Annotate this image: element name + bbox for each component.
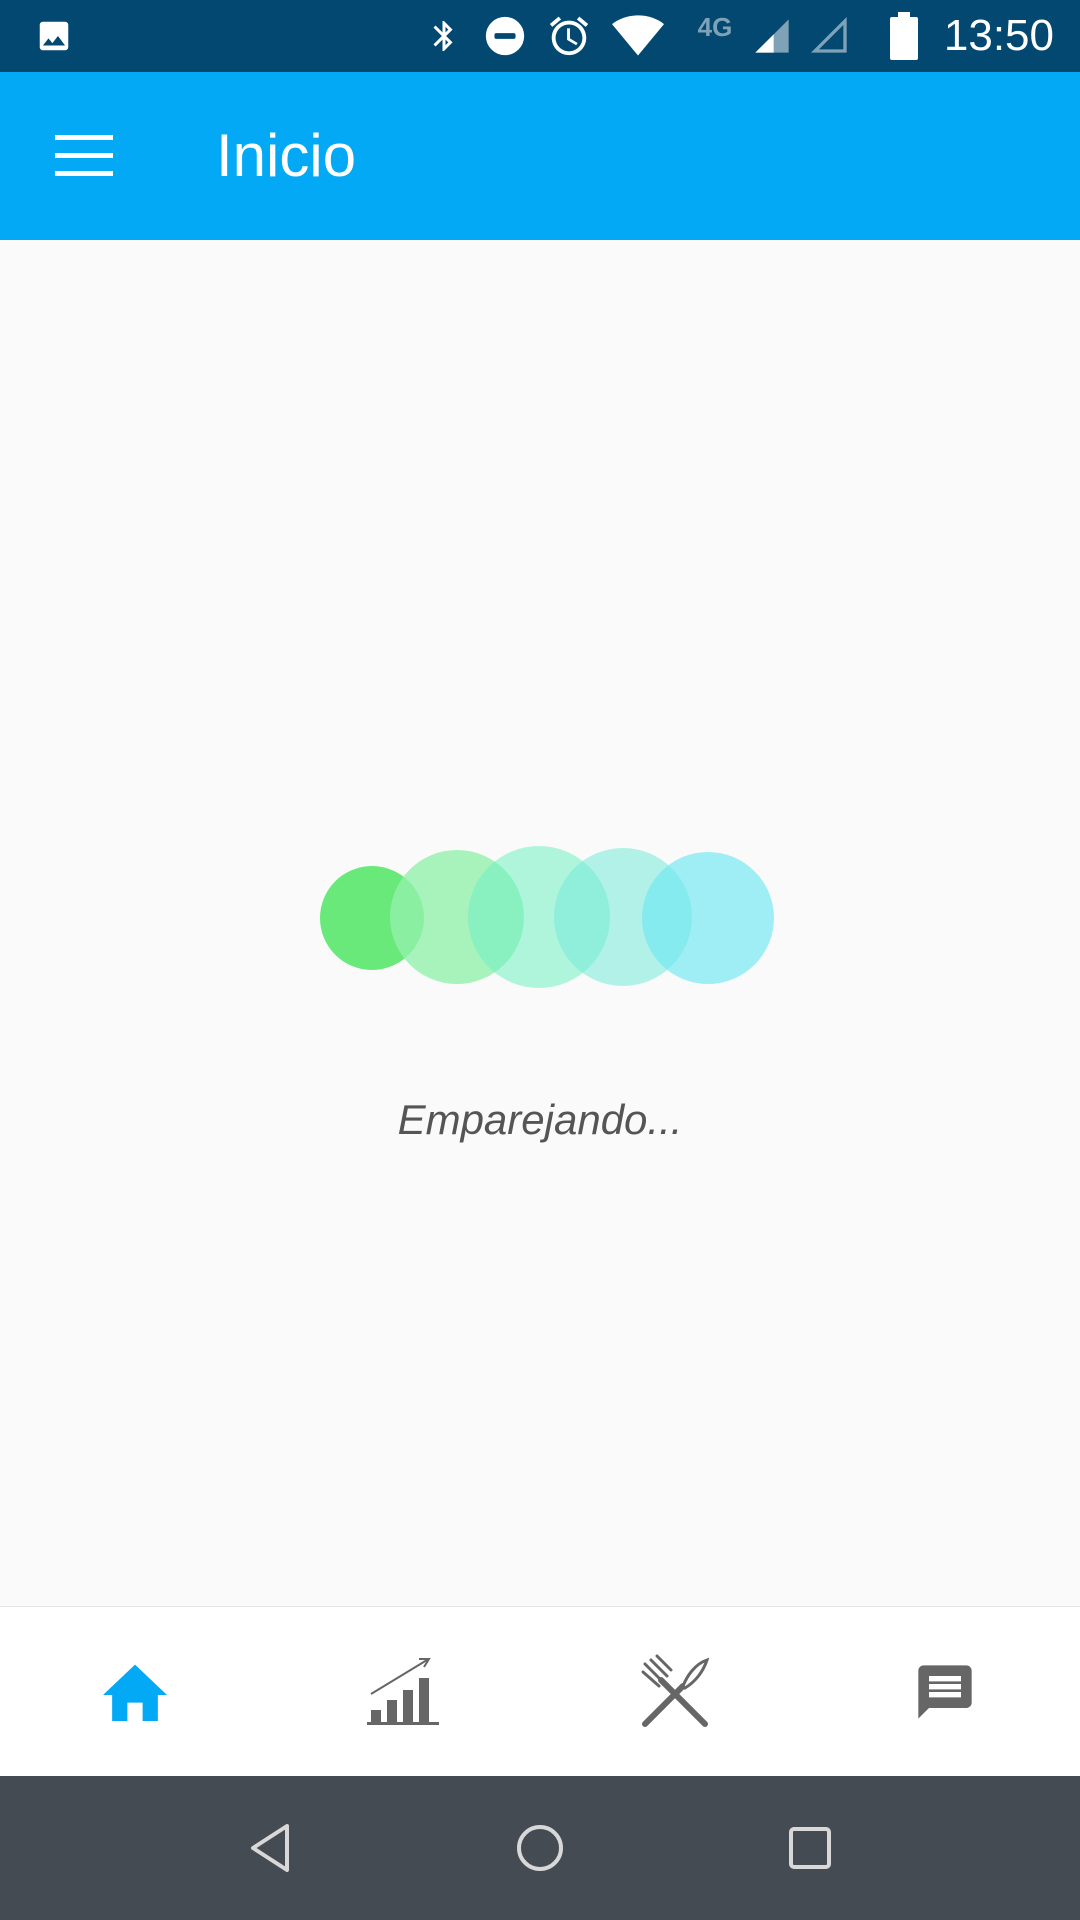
home-icon — [103, 1664, 167, 1721]
app-bar: Inicio — [0, 72, 1080, 240]
bottom-navigation — [0, 1606, 1080, 1777]
fork-knife-icon — [641, 1654, 710, 1727]
stats-chart-icon — [367, 1658, 439, 1725]
main-content: Emparejando... — [0, 240, 1080, 1606]
signal-empty-icon — [808, 0, 852, 72]
alarm-icon — [544, 0, 594, 72]
image-icon — [34, 0, 74, 72]
home-button[interactable] — [480, 1776, 600, 1920]
recents-icon — [789, 1827, 831, 1869]
status-bar: 4G 13:50 — [0, 0, 1080, 72]
nav-stats[interactable] — [270, 1607, 540, 1777]
do-not-disturb-icon — [480, 0, 530, 72]
hamburger-menu-icon — [55, 135, 113, 176]
nav-food[interactable] — [540, 1607, 810, 1777]
loader-dot — [642, 852, 774, 984]
network-type-label: 4G — [697, 12, 733, 42]
page-title: Inicio — [216, 122, 357, 189]
back-button[interactable] — [210, 1776, 330, 1920]
recents-button[interactable] — [750, 1776, 870, 1920]
back-icon — [251, 1824, 289, 1872]
battery-icon — [884, 0, 924, 72]
wifi-icon — [610, 0, 666, 72]
home-circle-icon — [517, 1825, 563, 1871]
nav-chat[interactable] — [810, 1607, 1080, 1777]
pairing-status-text: Emparejando... — [397, 1096, 683, 1143]
chat-icon — [918, 1665, 972, 1719]
signal-icon — [750, 0, 794, 72]
pairing-loader — [300, 840, 780, 1000]
bluetooth-icon — [424, 0, 464, 72]
menu-button[interactable] — [36, 112, 132, 200]
nav-home[interactable] — [0, 1607, 270, 1777]
system-navigation-bar — [0, 1776, 1080, 1920]
status-time: 13:50 — [943, 11, 1054, 60]
